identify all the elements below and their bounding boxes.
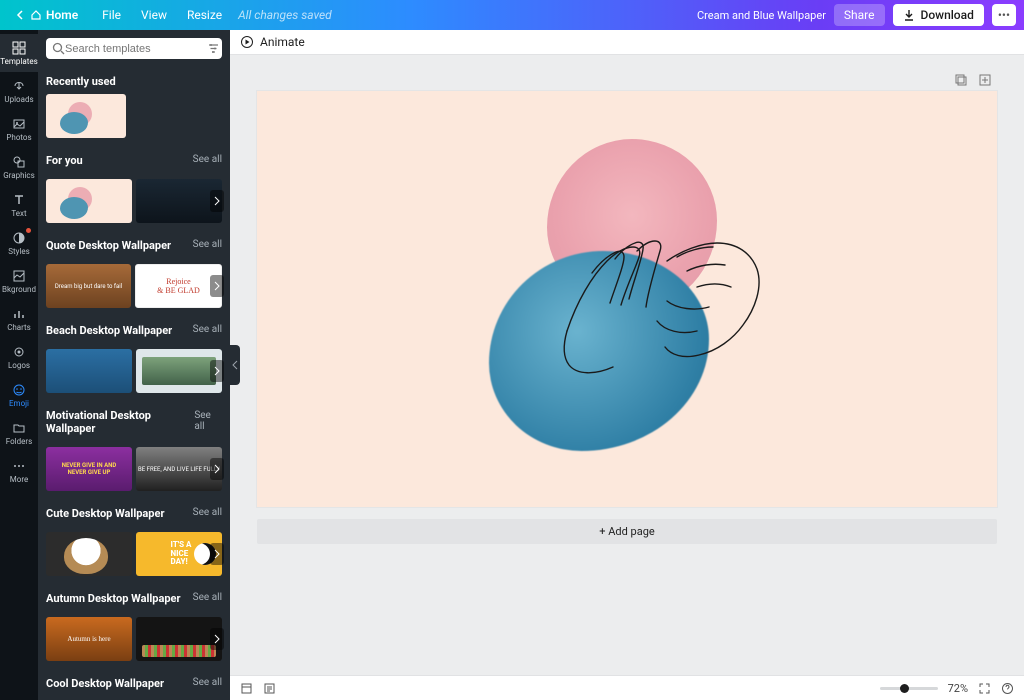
- search-bar[interactable]: [46, 38, 222, 59]
- section-recent-title: Recently used: [46, 75, 222, 88]
- filter-icon[interactable]: [207, 42, 220, 55]
- notes-icon[interactable]: [263, 682, 276, 695]
- see-all-cute[interactable]: See all: [193, 507, 222, 518]
- see-all-motiv[interactable]: See all: [194, 410, 222, 432]
- nav-logos[interactable]: Logos: [0, 338, 38, 376]
- template-thumb[interactable]: [46, 349, 132, 393]
- scroll-right-button[interactable]: [210, 190, 224, 212]
- nav-templates[interactable]: Templates: [0, 34, 38, 72]
- home-label: Home: [46, 8, 78, 22]
- template-thumb[interactable]: NEVER GIVE IN AND NEVER GIVE UP: [46, 447, 132, 491]
- nav-bkground[interactable]: Bkground: [0, 262, 38, 300]
- add-page-icon[interactable]: [978, 73, 992, 87]
- section-cute-title: Cute Desktop Wallpaper: [46, 507, 164, 520]
- add-page-button[interactable]: + Add page: [257, 519, 997, 544]
- side-nav: Templates Uploads Photos Graphics Text S…: [0, 30, 38, 700]
- section-autumn-title: Autumn Desktop Wallpaper: [46, 592, 181, 605]
- scroll-right-button[interactable]: [210, 628, 224, 650]
- see-all-foryou[interactable]: See all: [193, 154, 222, 165]
- topbar: Home File View Resize All changes saved …: [0, 0, 1024, 30]
- page-actions: [954, 73, 992, 87]
- animate-button[interactable]: Animate: [240, 35, 305, 49]
- section-beach-title: Beach Desktop Wallpaper: [46, 324, 172, 337]
- section-cool-title: Cool Desktop Wallpaper: [46, 677, 164, 690]
- template-thumb[interactable]: [46, 94, 126, 138]
- help-icon[interactable]: [1001, 682, 1014, 695]
- canvas-toolbar: Animate: [230, 30, 1024, 55]
- search-input[interactable]: [65, 43, 207, 55]
- section-quote-title: Quote Desktop Wallpaper: [46, 239, 171, 252]
- download-button[interactable]: Download: [893, 4, 984, 26]
- zoom-value[interactable]: 72%: [948, 682, 968, 695]
- scroll-right-button[interactable]: [210, 275, 224, 297]
- see-all-autumn[interactable]: See all: [193, 592, 222, 603]
- templates-panel: Recently used For you See all Quote Deskt…: [38, 30, 230, 700]
- more-button[interactable]: •••: [992, 4, 1016, 26]
- home-icon: [30, 9, 42, 21]
- design-page[interactable]: [257, 91, 997, 507]
- main-menu: File View Resize: [94, 4, 230, 26]
- nav-graphics[interactable]: Graphics: [0, 148, 38, 186]
- see-all-cool[interactable]: See all: [193, 677, 222, 688]
- scroll-right-button[interactable]: [210, 360, 224, 382]
- see-all-quote[interactable]: See all: [193, 239, 222, 250]
- zoom-slider[interactable]: [880, 687, 938, 690]
- menu-resize[interactable]: Resize: [179, 4, 230, 26]
- home-button[interactable]: Home: [8, 4, 86, 26]
- animate-icon: [240, 35, 254, 49]
- download-icon: [903, 9, 915, 21]
- fullscreen-icon[interactable]: [978, 682, 991, 695]
- template-thumb[interactable]: [46, 532, 132, 576]
- chevron-left-icon: [16, 10, 26, 20]
- canvas-area: Animate: [230, 30, 1024, 700]
- collapse-panel-button[interactable]: [230, 345, 240, 385]
- menu-file[interactable]: File: [94, 4, 129, 26]
- canvas-viewport[interactable]: + Add page: [230, 55, 1024, 675]
- notification-dot-icon: [26, 228, 31, 233]
- nav-more[interactable]: More: [0, 452, 38, 490]
- nav-text[interactable]: Text: [0, 186, 38, 224]
- share-button[interactable]: Share: [834, 4, 885, 26]
- template-thumb[interactable]: [46, 179, 132, 223]
- nav-uploads[interactable]: Uploads: [0, 72, 38, 110]
- see-all-beach[interactable]: See all: [193, 324, 222, 335]
- scroll-right-button[interactable]: [210, 543, 224, 565]
- hands-lineart[interactable]: [537, 181, 797, 421]
- menu-view[interactable]: View: [133, 4, 175, 26]
- duplicate-page-icon[interactable]: [954, 73, 968, 87]
- section-motiv-title: Motivational Desktop Wallpaper: [46, 409, 194, 435]
- document-title[interactable]: Cream and Blue Wallpaper: [697, 9, 826, 22]
- search-icon: [52, 42, 65, 55]
- nav-styles[interactable]: Styles: [0, 224, 38, 262]
- nav-folders[interactable]: Folders: [0, 414, 38, 452]
- nav-emoji[interactable]: Emoji: [0, 376, 38, 414]
- nav-photos[interactable]: Photos: [0, 110, 38, 148]
- section-foryou-title: For you: [46, 154, 83, 167]
- pages-icon[interactable]: [240, 682, 253, 695]
- template-thumb[interactable]: Rejoice & BE GLAD: [135, 264, 222, 308]
- statusbar: 72%: [230, 675, 1024, 700]
- template-thumb[interactable]: Dream big but dare to fail: [46, 264, 131, 308]
- nav-charts[interactable]: Charts: [0, 300, 38, 338]
- template-thumb[interactable]: Autumn is here: [46, 617, 132, 661]
- save-status: All changes saved: [238, 8, 332, 22]
- scroll-right-button[interactable]: [210, 458, 224, 480]
